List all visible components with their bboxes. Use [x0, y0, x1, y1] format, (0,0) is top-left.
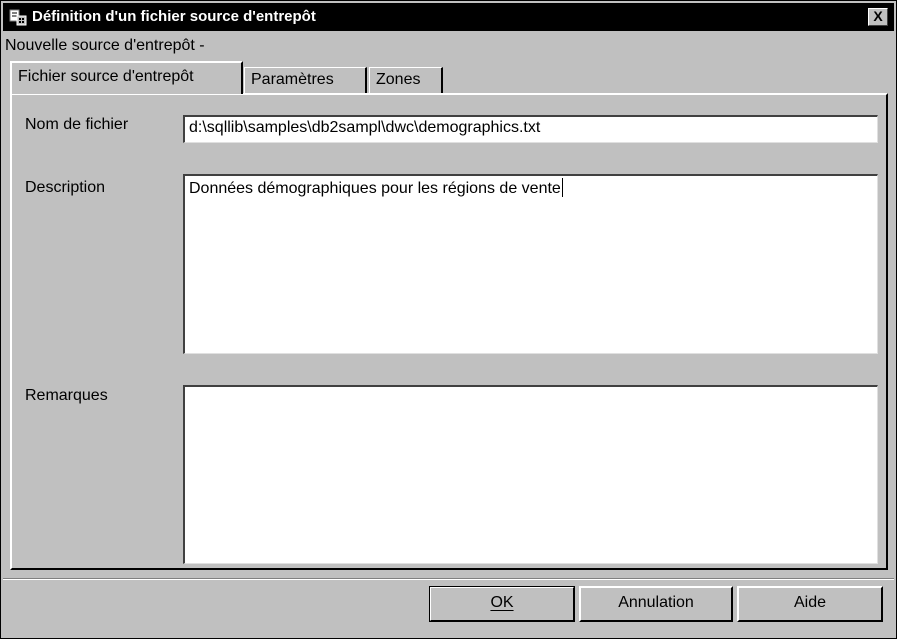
dialog-window: Définition d'un fichier source d'entrepô…: [0, 0, 897, 639]
ok-button[interactable]: OK: [429, 586, 575, 622]
tab-zones[interactable]: Zones: [369, 67, 443, 93]
description-value: Données démographiques pour les régions …: [189, 180, 561, 197]
help-button[interactable]: Aide: [737, 586, 883, 622]
text-caret: [561, 178, 563, 197]
title-bar[interactable]: Définition d'un fichier source d'entrepô…: [3, 3, 894, 31]
remarks-textarea[interactable]: [183, 385, 878, 564]
ok-button-label: OK: [490, 594, 514, 611]
dialog-subtitle: Nouvelle source d'entrepôt -: [5, 37, 205, 54]
tab-parameters[interactable]: Paramètres: [244, 67, 367, 93]
remarks-label: Remarques: [25, 387, 108, 404]
description-label: Description: [25, 179, 106, 196]
warehouse-file-icon: [9, 9, 27, 26]
footer-separator: [3, 578, 894, 580]
tab-panel: Nom de fichier d:\sqllib\samples\db2samp…: [10, 93, 888, 570]
tab-warehouse-source-file[interactable]: Fichier source d'entrepôt: [10, 61, 243, 94]
file-name-value: d:\sqllib\samples\db2sampl\dwc\demograph…: [189, 119, 541, 136]
file-name-label: Nom de fichier: [25, 116, 129, 133]
cancel-button[interactable]: Annulation: [579, 586, 733, 622]
close-button[interactable]: X: [868, 8, 888, 26]
description-textarea[interactable]: Données démographiques pour les régions …: [183, 174, 878, 354]
window-title: Définition d'un fichier source d'entrepô…: [32, 8, 316, 25]
file-name-input[interactable]: d:\sqllib\samples\db2sampl\dwc\demograph…: [183, 115, 878, 143]
